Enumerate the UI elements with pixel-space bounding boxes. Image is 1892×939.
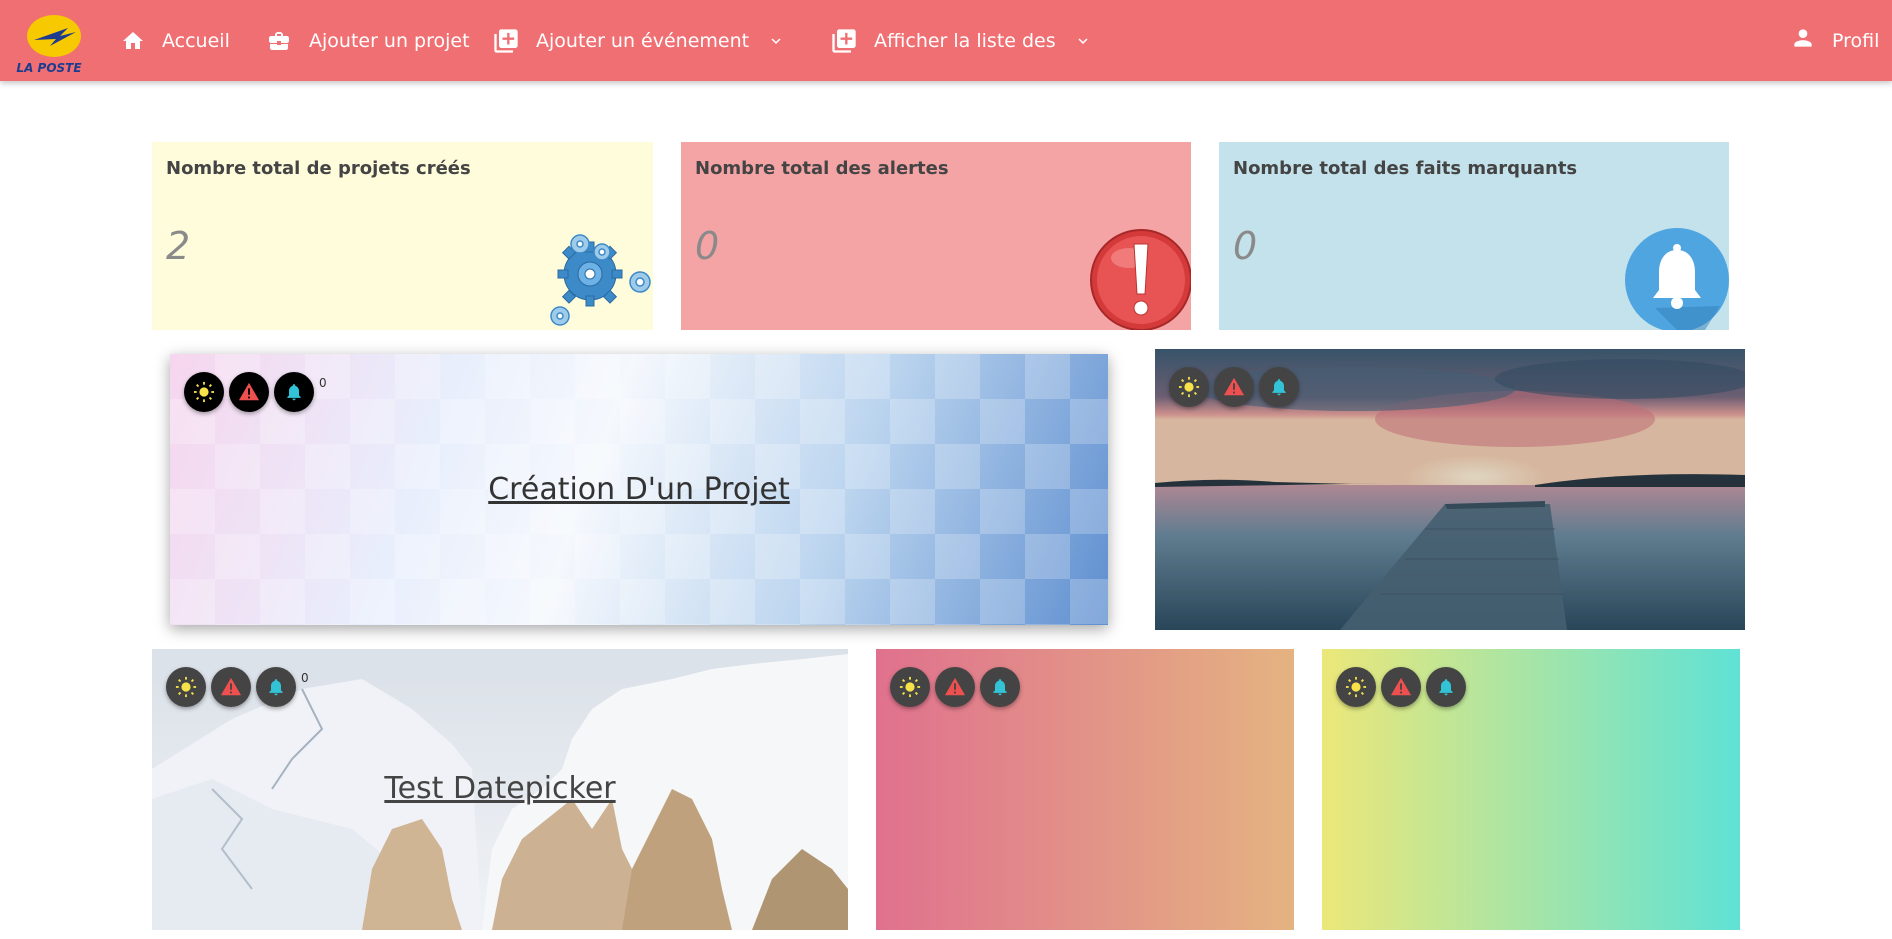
- bell-icon: [1439, 679, 1453, 696]
- nav-home-label: Accueil: [162, 29, 230, 52]
- stat-title: Nombre total des faits marquants: [1233, 158, 1578, 179]
- notification-count: 0: [301, 671, 309, 685]
- nav-add-project-label: Ajouter un projet: [309, 29, 470, 52]
- stat-value: 0: [1233, 224, 1258, 268]
- nav-profile-label: Profil: [1832, 29, 1880, 52]
- warning-icon: [1390, 677, 1412, 696]
- top-navbar: LA POSTE Accueil Ajouter un projet Ajout…: [0, 0, 1892, 81]
- alert-badge[interactable]: [935, 667, 975, 707]
- warning-icon: [944, 677, 966, 696]
- nav-profile[interactable]: Profil: [1790, 0, 1879, 81]
- nav-home[interactable]: Accueil: [120, 0, 230, 81]
- nav-show-list[interactable]: Afficher la liste des: [830, 0, 1108, 81]
- bell-badge[interactable]: [256, 667, 296, 707]
- sun-badge[interactable]: [1336, 667, 1376, 707]
- briefcase-icon: [269, 31, 289, 50]
- bell-badge[interactable]: [1426, 667, 1466, 707]
- add-box-icon: [494, 28, 518, 53]
- sun-badge[interactable]: [184, 372, 224, 412]
- project-badges: 0: [166, 667, 309, 707]
- warning-icon: [238, 382, 260, 401]
- sun-badge[interactable]: [1169, 367, 1209, 407]
- stat-value: 2: [166, 224, 191, 268]
- gears-icon: [550, 234, 651, 326]
- nav-add-project[interactable]: Ajouter un projet: [265, 0, 470, 81]
- project-badges: 0: [184, 372, 327, 412]
- sun-icon: [899, 676, 921, 698]
- warning-icon: [1223, 377, 1245, 396]
- home-icon: [123, 31, 143, 49]
- project-badges: [1336, 667, 1471, 707]
- stat-card-projects: Nombre total de projets créés 2: [152, 142, 653, 330]
- chevron-down-icon: [771, 37, 781, 44]
- bell-badge[interactable]: [980, 667, 1020, 707]
- stat-card-alerts: Nombre total des alertes 0: [681, 142, 1191, 330]
- sun-icon: [1178, 376, 1200, 398]
- alert-badge[interactable]: [1381, 667, 1421, 707]
- alert-badge[interactable]: [229, 372, 269, 412]
- sun-icon: [193, 381, 215, 403]
- alert-badge[interactable]: [211, 667, 251, 707]
- stat-title: Nombre total des alertes: [695, 158, 949, 179]
- sun-icon: [1345, 676, 1367, 698]
- svg-text:LA POSTE: LA POSTE: [16, 61, 82, 75]
- bell-icon: [269, 679, 283, 696]
- project-badges: [1169, 367, 1304, 407]
- stat-value: 0: [695, 224, 720, 268]
- project-card[interactable]: 0 Test Datepicker: [152, 649, 848, 930]
- project-card[interactable]: [876, 649, 1294, 930]
- project-title-link[interactable]: Création D'un Projet: [170, 472, 1108, 507]
- nav-show-list-label: Afficher la liste des: [874, 29, 1056, 52]
- warning-icon: [220, 677, 242, 696]
- stat-card-highlights: Nombre total des faits marquants 0: [1219, 142, 1729, 330]
- project-card[interactable]: 0 Création D'un Projet: [170, 354, 1108, 625]
- bell-badge[interactable]: [274, 372, 314, 412]
- chevron-down-icon: [1078, 37, 1088, 44]
- bell-icon: [1272, 379, 1286, 396]
- bell-icon: [1625, 228, 1729, 330]
- alert-badge[interactable]: [1214, 367, 1254, 407]
- bell-icon: [993, 679, 1007, 696]
- exclamation-icon: [1090, 229, 1191, 330]
- sun-icon: [175, 676, 197, 698]
- project-title-link[interactable]: Test Datepicker: [152, 771, 848, 806]
- nav-add-event-label: Ajouter un événement: [536, 29, 750, 52]
- add-box-icon: [832, 28, 856, 53]
- nav-add-event[interactable]: Ajouter un événement: [492, 0, 801, 81]
- stat-title: Nombre total de projets créés: [166, 158, 471, 179]
- person-icon: [1794, 28, 1812, 47]
- notification-count: 0: [319, 376, 327, 390]
- la-poste-logo[interactable]: LA POSTE: [10, 12, 88, 76]
- bell-badge[interactable]: [1259, 367, 1299, 407]
- sun-badge[interactable]: [890, 667, 930, 707]
- bell-icon: [287, 384, 301, 401]
- project-badges: [890, 667, 1025, 707]
- sun-badge[interactable]: [166, 667, 206, 707]
- project-card[interactable]: [1155, 349, 1745, 630]
- project-card[interactable]: [1322, 649, 1740, 930]
